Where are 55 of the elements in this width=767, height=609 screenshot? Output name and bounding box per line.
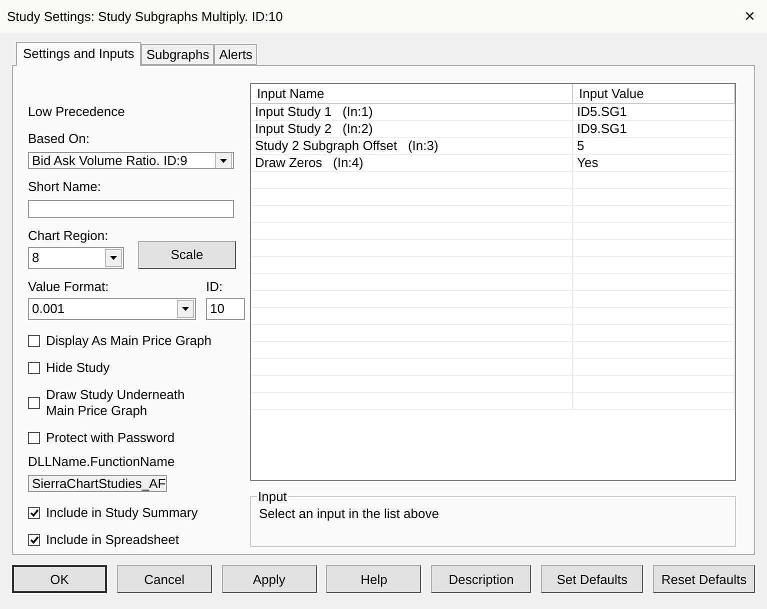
checkbox[interactable] — [28, 362, 40, 374]
field-label: Based On: — [28, 131, 90, 146]
checkmark-icon — [30, 508, 38, 517]
tab[interactable]: Settings and Inputs — [16, 42, 142, 66]
checkbox-label: Draw Study Underneath Main Price Graph — [46, 386, 185, 419]
tab[interactable]: Alerts — [214, 44, 258, 65]
dialog-button[interactable]: Apply — [222, 565, 317, 593]
table-cell[interactable]: Study 2 Subgraph Offset (In:3) — [251, 138, 573, 154]
checkbox[interactable] — [28, 432, 40, 444]
table-cell[interactable]: Yes — [573, 155, 735, 171]
dialog-button[interactable]: OK — [12, 565, 107, 593]
table-cell[interactable]: 5 — [573, 138, 735, 154]
caret-icon — [110, 256, 117, 260]
value-format-dropdown[interactable]: 0.001 — [28, 298, 196, 320]
scale-button[interactable]: Scale — [138, 240, 236, 269]
group-title: Input — [257, 489, 288, 504]
checkbox-label: Hide Study — [46, 360, 110, 376]
checkbox[interactable] — [28, 396, 40, 409]
window-title: Study Settings: Study Subgraphs Multiply. ID:10 — [7, 9, 283, 24]
table-cell[interactable]: Draw Zeros (In:4) — [251, 155, 573, 171]
input-description: Select an input in the list above — [259, 506, 440, 521]
caret-icon — [220, 158, 227, 163]
column-header[interactable]: Input Name — [251, 84, 573, 103]
table-cell[interactable]: ID5.SG1 — [573, 104, 735, 120]
dialog-button[interactable]: Set Defaults — [541, 565, 644, 593]
table-cell[interactable]: Input Study 2 (In:2) — [251, 121, 573, 137]
checkbox[interactable] — [28, 506, 40, 519]
close-button[interactable]: × — [744, 6, 755, 27]
dialog-button[interactable]: Cancel — [116, 565, 212, 593]
field-label: Value Format: — [28, 278, 110, 294]
tab[interactable]: Subgraphs — [141, 44, 214, 65]
table-cell[interactable]: ID9.SG1 — [573, 121, 735, 137]
table-cell[interactable]: Input Study 1 (In:1) — [251, 104, 573, 120]
field-label: ID: — [206, 278, 224, 294]
dll-name-field[interactable]: SierraChartStudies_AF — [28, 474, 167, 492]
dialog-button[interactable]: Reset Defaults — [652, 565, 755, 593]
dialog-button[interactable]: Help — [326, 565, 422, 593]
column-header[interactable]: Input Value — [573, 84, 735, 103]
checkbox-label: Include in Study Summary — [46, 504, 198, 521]
based-on-dropdown[interactable]: Bid Ask Volume Ratio. ID:9 — [28, 152, 234, 170]
checkbox-label: Display As Main Price Graph — [46, 332, 212, 349]
short-name-field[interactable] — [28, 200, 234, 218]
checkmark-icon — [30, 536, 38, 544]
precedence-label: Low Precedence — [28, 104, 126, 119]
checkbox[interactable] — [28, 534, 40, 546]
checkbox[interactable] — [28, 334, 40, 347]
field-label: Chart Region: — [28, 228, 110, 243]
checkbox-label: Protect with Password — [46, 430, 175, 446]
field-label: Short Name: — [28, 179, 102, 194]
dialog-button[interactable]: Description — [431, 565, 532, 593]
caret-icon — [182, 306, 189, 311]
chart-region-dropdown[interactable]: 8 — [28, 246, 124, 269]
checkbox-label: Include in Spreadsheet — [46, 532, 179, 548]
field-label: DLLName.FunctionName — [28, 454, 176, 469]
id-field[interactable]: 10 — [206, 298, 245, 320]
